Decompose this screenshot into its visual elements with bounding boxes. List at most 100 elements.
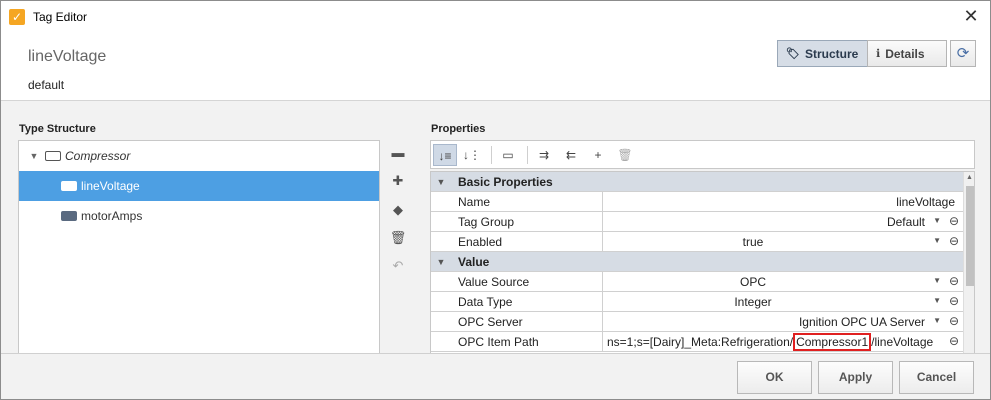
property-name: Name xyxy=(458,195,491,209)
delete-property-icon[interactable]: 🗑 xyxy=(613,144,637,166)
tree-item-linevoltage[interactable]: lineVoltage xyxy=(19,171,379,201)
dropdown-arrow-icon[interactable]: ▼ xyxy=(933,236,941,245)
sort-categorized-icon[interactable]: ↓≡ xyxy=(433,143,457,166)
property-value: OPC xyxy=(739,275,766,289)
refresh-button[interactable]: ⟳ xyxy=(950,40,976,67)
property-value-cell[interactable]: OPC ▼ ⊖ xyxy=(602,272,963,291)
category-value[interactable]: ▼ Value xyxy=(431,252,963,272)
property-name: OPC Server xyxy=(458,315,523,329)
delete-icon[interactable]: 🗑 xyxy=(389,229,407,247)
property-row-opc-server[interactable]: OPC Server Ignition OPC UA Server ▼ ⊖ xyxy=(431,312,963,332)
tag-icon: 🏷 xyxy=(786,48,800,60)
property-name: Tag Group xyxy=(458,215,515,229)
scroll-up-icon[interactable]: ▲ xyxy=(964,172,974,184)
window-title: Tag Editor xyxy=(33,10,88,24)
tag-header: lineVoltage default 🏷 Structure ℹ Detail… xyxy=(1,32,990,101)
property-value: Ignition OPC UA Server xyxy=(798,315,925,329)
dropdown-arrow-icon[interactable]: ▼ xyxy=(933,216,941,225)
binding-link-icon[interactable]: ⊖ xyxy=(949,214,959,228)
collapse-arrow-icon[interactable]: ▼ xyxy=(431,172,451,192)
apply-button[interactable]: Apply xyxy=(818,361,893,394)
category-label: Value xyxy=(458,255,490,269)
property-value: true xyxy=(742,235,764,249)
opc-item-path-prefix: ns=1;s=[Dairy]_Meta:Refrigeration/ xyxy=(607,335,794,349)
property-name: Data Type xyxy=(458,295,513,309)
property-row-name[interactable]: Name lineVoltage xyxy=(431,192,963,212)
binding-link-icon[interactable]: ⊖ xyxy=(949,334,959,348)
tag-icon[interactable]: ◆ xyxy=(389,201,407,219)
details-view-button[interactable]: ℹ Details xyxy=(867,40,947,67)
tag-icon xyxy=(61,211,77,221)
structure-view-button[interactable]: 🏷 Structure xyxy=(777,40,868,67)
property-grid: ▼ Basic Properties Name lineVoltage Tag … xyxy=(430,171,975,354)
refresh-icon: ⟳ xyxy=(956,45,970,62)
property-value-cell[interactable]: Integer ▼ ⊖ xyxy=(602,292,963,311)
property-value-cell[interactable]: Default ▼ ⊖ xyxy=(602,212,963,231)
add-property-icon[interactable]: + xyxy=(586,144,610,166)
binding-link-icon[interactable]: ⊖ xyxy=(949,294,959,308)
property-value-cell[interactable]: ns=1;s=[Dairy]_Meta:Refrigeration/Compre… xyxy=(602,332,963,351)
category-basic-properties[interactable]: ▼ Basic Properties xyxy=(431,172,963,192)
property-row-opc-item-path[interactable]: OPC Item Path ns=1;s=[Dairy]_Meta:Refrig… xyxy=(431,332,963,352)
title-bar: ✓ Tag Editor ✕ xyxy=(1,1,990,32)
toolbar-divider xyxy=(527,145,528,164)
undo-icon[interactable]: ↶ xyxy=(389,257,407,275)
property-value-cell[interactable]: lineVoltage xyxy=(602,192,963,211)
sort-alphabetical-icon[interactable]: ↓⋮ xyxy=(460,144,484,166)
property-value: Default xyxy=(886,215,925,229)
tree-item-label: motorAmps xyxy=(81,209,143,223)
property-row-tag-group[interactable]: Tag Group Default ▼ ⊖ xyxy=(431,212,963,232)
tree-item-label: Compressor xyxy=(65,149,131,163)
dialog-footer: OK Apply Cancel xyxy=(1,353,990,399)
tag-name-title: lineVoltage xyxy=(28,48,107,65)
property-value-cell[interactable]: Ignition OPC UA Server ▼ ⊖ xyxy=(602,312,963,331)
property-value: Integer xyxy=(734,295,772,309)
dropdown-arrow-icon[interactable]: ▼ xyxy=(933,296,941,305)
structure-view-label: Structure xyxy=(804,46,859,61)
binding-link-icon[interactable]: ⊖ xyxy=(949,234,959,248)
tag-provider-label: default xyxy=(28,78,65,92)
info-icon: ℹ xyxy=(876,48,881,60)
property-row-value-source[interactable]: Value Source OPC ▼ ⊖ xyxy=(431,272,963,292)
ignition-icon: ✓ xyxy=(9,9,25,25)
expand-arrow-icon[interactable]: ▼ xyxy=(27,151,41,161)
tag-icon xyxy=(61,181,77,191)
property-name: Value Source xyxy=(458,275,530,289)
property-row-enabled[interactable]: Enabled true ▼ ⊖ xyxy=(431,232,963,252)
property-grid-scrollbar[interactable]: ▲ xyxy=(963,172,974,353)
dropdown-arrow-icon[interactable]: ▼ xyxy=(933,276,941,285)
toolbar-divider xyxy=(491,145,492,164)
collapse-all-icon[interactable]: ⇇ xyxy=(559,144,583,166)
details-view-label: Details xyxy=(885,46,925,61)
type-structure-label: Type Structure xyxy=(19,123,96,135)
property-value-cell[interactable]: true ▼ ⊖ xyxy=(602,232,963,251)
folder-icon[interactable]: ▬ xyxy=(389,144,407,162)
add-tag-icon[interactable]: ✚ xyxy=(389,172,407,190)
property-name: OPC Item Path xyxy=(458,335,539,349)
dropdown-arrow-icon[interactable]: ▼ xyxy=(933,316,941,325)
ok-button[interactable]: OK xyxy=(737,361,812,394)
opc-item-path-suffix: /lineVoltage xyxy=(871,335,934,349)
close-icon[interactable]: ✕ xyxy=(960,5,982,27)
property-row-data-type[interactable]: Data Type Integer ▼ ⊖ xyxy=(431,292,963,312)
collapse-arrow-icon[interactable]: ▼ xyxy=(431,252,451,272)
property-value: lineVoltage xyxy=(896,195,955,209)
binding-link-icon[interactable]: ⊖ xyxy=(949,314,959,328)
cancel-button[interactable]: Cancel xyxy=(899,361,974,394)
binding-link-icon[interactable]: ⊖ xyxy=(949,274,959,288)
scrollbar-thumb[interactable] xyxy=(966,186,974,286)
opc-item-path-value: ns=1;s=[Dairy]_Meta:Refrigeration/Compre… xyxy=(607,333,934,351)
highlighted-path-segment: Compressor1 xyxy=(793,333,872,351)
tree-item-compressor[interactable]: ▼ Compressor xyxy=(19,141,379,171)
properties-label: Properties xyxy=(431,123,486,135)
property-name: Enabled xyxy=(458,235,503,249)
description-toggle-icon[interactable]: ▭ xyxy=(496,144,520,166)
category-label: Basic Properties xyxy=(458,175,553,189)
properties-toolbar: ↓≡ ↓⋮ ▭ ⇉ ⇇ + 🗑 xyxy=(430,140,975,169)
type-structure-tree: ▼ Compressor lineVoltage motorAmps xyxy=(18,140,380,354)
expand-all-icon[interactable]: ⇉ xyxy=(532,144,556,166)
udt-icon xyxy=(45,151,61,161)
tree-item-motoramps[interactable]: motorAmps xyxy=(19,201,379,231)
tree-item-label: lineVoltage xyxy=(81,179,140,193)
tag-editor-window: ✓ Tag Editor ✕ lineVoltage default 🏷 Str… xyxy=(0,0,991,400)
